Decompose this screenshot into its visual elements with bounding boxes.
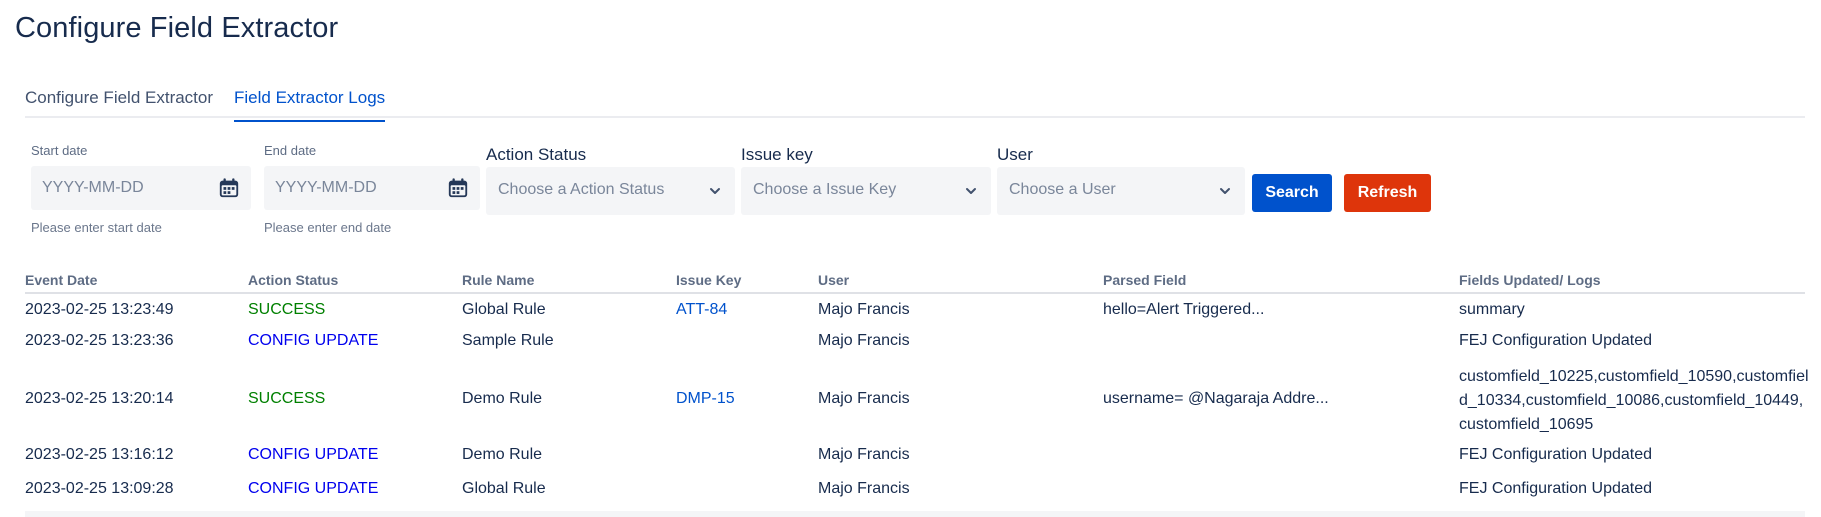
end-date-helper: Please enter end date xyxy=(264,220,392,235)
chevron-down-icon xyxy=(710,188,720,194)
cell-logs: summary xyxy=(1459,301,1525,318)
cell-logs: FEJ Configuration Updated xyxy=(1459,332,1652,349)
calendar-icon[interactable] xyxy=(218,177,240,199)
user-select[interactable]: Choose a User xyxy=(997,167,1245,215)
issue-key-select[interactable]: Choose a Issue Key xyxy=(741,167,991,215)
tab-configure-field-extractor[interactable]: Configure Field Extractor xyxy=(25,88,213,116)
cell-user: Majo Francis xyxy=(818,301,910,318)
cell-rule-name: Sample Rule xyxy=(462,332,554,349)
chevron-down-icon xyxy=(1220,188,1230,194)
header-action-status[interactable]: Action Status xyxy=(248,272,338,288)
header-user[interactable]: User xyxy=(818,272,849,288)
cell-logs: customfield_10225,customfield_10590,cust… xyxy=(1459,368,1809,433)
cell-rule-name: Demo Rule xyxy=(462,390,543,407)
cell-parsed-field: hello=Alert Triggered... xyxy=(1103,301,1265,318)
cell-action-status: CONFIG UPDATE xyxy=(248,446,379,463)
tab-field-extractor-logs[interactable]: Field Extractor Logs xyxy=(234,88,386,122)
chevron-down-icon xyxy=(966,188,976,194)
action-status-select[interactable]: Choose a Action Status xyxy=(486,167,735,215)
cell-action-status: SUCCESS xyxy=(248,301,326,318)
cell-logs: FEJ Configuration Updated xyxy=(1459,480,1652,497)
calendar-icon[interactable] xyxy=(447,177,469,199)
cell-event-date: 2023-02-25 13:16:12 xyxy=(25,446,174,463)
header-issue-key[interactable]: Issue Key xyxy=(676,272,741,288)
end-date-field[interactable] xyxy=(264,166,480,210)
cell-event-date: 2023-02-25 13:23:36 xyxy=(25,332,174,349)
cell-logs: FEJ Configuration Updated xyxy=(1459,446,1652,463)
header-event-date[interactable]: Event Date xyxy=(25,272,97,288)
action-status-label: Action Status xyxy=(486,145,587,164)
user-label: User xyxy=(997,145,1033,164)
issue-key-label: Issue key xyxy=(741,145,813,164)
cell-event-date: 2023-02-25 13:23:49 xyxy=(25,301,174,318)
cell-rule-name: Global Rule xyxy=(462,301,546,318)
cell-action-status: CONFIG UPDATE xyxy=(248,332,379,349)
search-button[interactable]: Search xyxy=(1252,174,1332,212)
cell-event-date: 2023-02-25 13:20:14 xyxy=(25,390,174,407)
logs-table: Event Date Action Status Rule Name Issue… xyxy=(25,266,1809,510)
table-row: 2023-02-25 13:16:12 CONFIG UPDATE Demo R… xyxy=(25,442,1805,476)
start-date-label: Start date xyxy=(31,143,88,158)
issue-key-link[interactable]: ATT-84 xyxy=(676,301,727,319)
start-date-helper: Please enter start date xyxy=(31,220,162,235)
cell-user: Majo Francis xyxy=(818,480,910,497)
cell-user: Majo Francis xyxy=(818,446,910,463)
header-parsed-field[interactable]: Parsed Field xyxy=(1103,272,1186,288)
action-status-placeholder: Choose a Action Status xyxy=(498,181,665,198)
header-fields-updated-logs[interactable]: Fields Updated/ Logs xyxy=(1459,272,1601,288)
cell-action-status: SUCCESS xyxy=(248,390,326,407)
user-placeholder: Choose a User xyxy=(1009,181,1116,198)
page-title: Configure Field Extractor xyxy=(15,12,339,44)
cell-user: Majo Francis xyxy=(818,332,910,349)
tabs: Configure Field Extractor Field Extracto… xyxy=(25,84,1805,122)
table-row: 2023-02-25 13:09:28 CONFIG UPDATE Global… xyxy=(25,476,1805,510)
header-rule-name[interactable]: Rule Name xyxy=(462,272,534,288)
table-header: Event Date Action Status Rule Name Issue… xyxy=(25,266,1805,294)
end-date-label: End date xyxy=(264,143,317,158)
cell-rule-name: Global Rule xyxy=(462,480,546,497)
table-row: 2023-02-25 13:23:36 CONFIG UPDATE Sample… xyxy=(25,328,1805,360)
table-row: 2023-02-25 13:20:14 SUCCESS Demo Rule DM… xyxy=(25,360,1809,442)
issue-key-placeholder: Choose a Issue Key xyxy=(753,181,897,198)
issue-key-link[interactable]: DMP-15 xyxy=(676,390,735,408)
cell-rule-name: Demo Rule xyxy=(462,446,543,463)
refresh-button[interactable]: Refresh xyxy=(1344,174,1431,212)
cell-action-status: CONFIG UPDATE xyxy=(248,480,379,497)
table-bottom-scrollbar[interactable] xyxy=(25,511,1805,517)
table-row: 2023-02-25 13:23:49 SUCCESS Global Rule … xyxy=(25,294,1805,328)
cell-user: Majo Francis xyxy=(818,390,910,407)
start-date-field[interactable] xyxy=(31,166,251,210)
cell-event-date: 2023-02-25 13:09:28 xyxy=(25,480,174,497)
cell-parsed-field: username= @Nagaraja Addre... xyxy=(1103,390,1329,407)
